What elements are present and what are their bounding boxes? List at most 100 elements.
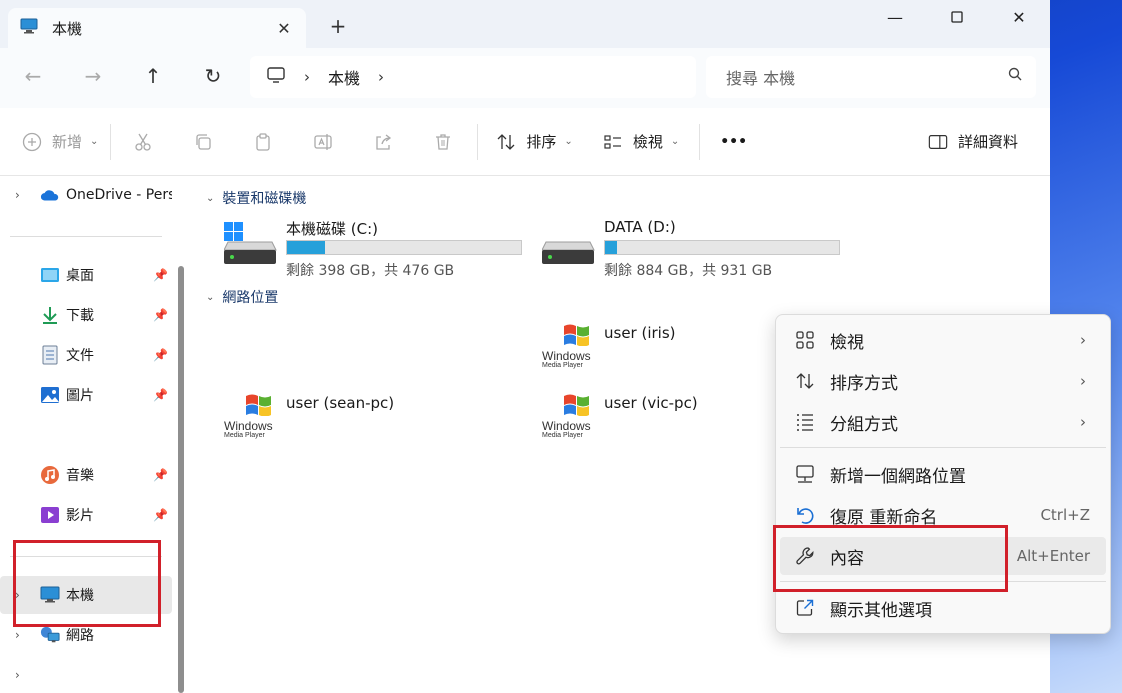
close-window-button[interactable]: ✕ [988,0,1050,34]
drive-usage-fill [287,241,326,254]
pin-icon[interactable]: 📌 [153,388,168,402]
windows-media-player-icon: Windows Media Player [224,392,280,439]
copy-button[interactable] [193,132,213,152]
sidebar-item-label: 圖片 [66,388,94,404]
sidebar-item-desktop[interactable]: 桌面 📌 [0,256,172,294]
sidebar-item-label: 影片 [66,508,94,524]
chevron-down-icon: ⌄ [564,136,573,147]
tab-this-pc[interactable]: 本機 ✕ [8,8,306,48]
group-header-devices[interactable]: ⌄ 裝置和磁碟機 [206,188,306,208]
sidebar-item-onedrive[interactable]: › OneDrive - Pers [0,176,172,214]
menu-item-show-more-options[interactable]: 顯示其他選項 [780,589,1106,627]
toolbar-divider [699,123,701,160]
list-view-icon [603,132,623,152]
delete-button[interactable] [433,132,453,152]
menu-item-sort-by[interactable]: 排序方式 › [780,362,1106,400]
chevron-right-icon[interactable]: › [304,68,310,86]
search-input[interactable]: 搜尋 本機 [706,56,1036,98]
address-bar[interactable]: › 本機 › [250,56,696,98]
sidebar-item-documents[interactable]: 文件 📌 [0,336,172,374]
chevron-right-icon[interactable]: › [15,188,20,202]
wmp-logo-subtext: Media Player [542,362,583,369]
toolbar-divider [477,123,479,160]
music-icon [40,465,60,485]
command-bar: 新增 ⌄ 排序 ⌄ 檢視 ⌄ ••• 詳細資料 [0,108,1050,176]
details-pane-button[interactable]: 詳細資料 [928,131,1018,152]
drive-item-d[interactable]: DATA (D:) 剩餘 884 GB，共 931 GB [541,218,862,279]
pin-icon[interactable]: 📌 [153,468,168,482]
network-icon [40,625,60,645]
menu-item-shortcut: Alt+Enter [1016,547,1090,565]
sort-button[interactable]: 排序 ⌄ [496,131,573,152]
share-button[interactable] [373,132,393,152]
sidebar-item-videos[interactable]: 影片 📌 [0,496,172,534]
chevron-right-icon[interactable]: › [378,68,384,86]
close-tab-icon[interactable]: ✕ [274,19,294,38]
menu-item-label: 檢視 [830,332,864,353]
document-icon [40,345,60,365]
copy-icon [193,132,213,152]
drive-free-space: 剩餘 398 GB，共 476 GB [286,263,455,279]
sidebar-item-music[interactable]: 音樂 📌 [0,456,172,494]
more-options-button[interactable]: ••• [720,134,747,150]
search-placeholder: 搜尋 本機 [726,69,796,88]
rename-icon [313,132,333,152]
clipboard-icon [253,132,273,152]
group-header-network-locations[interactable]: ⌄ 網路位置 [206,287,278,307]
view-button[interactable]: 檢視 ⌄ [603,131,679,152]
network-monitor-icon [794,463,816,485]
pin-icon[interactable]: 📌 [153,268,168,282]
menu-divider [780,447,1106,448]
drive-item-c[interactable]: 本機磁碟 (C:) 剩餘 398 GB，共 476 GB [223,218,544,279]
forward-arrow-icon[interactable]: → [78,64,108,92]
menu-item-group-by[interactable]: 分組方式 › [780,403,1106,441]
chevron-right-icon[interactable]: › [15,668,20,682]
sidebar-item-downloads[interactable]: 下載 📌 [0,296,172,334]
paste-button[interactable] [253,132,273,152]
new-label: 新增 [52,133,83,151]
network-location-label: user (vic-pc) [604,394,698,412]
breadcrumb-this-pc[interactable]: 本機 [328,65,360,89]
network-location-item[interactable]: Windows Media Player user (vic-pc) [542,392,802,452]
minimize-button[interactable]: — [864,0,926,34]
network-location-item[interactable]: Windows Media Player user (sean-pc) [224,392,484,452]
drive-usage-bar [604,240,840,255]
cut-button[interactable] [133,132,153,152]
maximize-button[interactable] [926,0,988,34]
grid-view-icon [794,329,816,351]
menu-item-add-network-location[interactable]: 新增一個網路位置 [780,455,1106,493]
menu-item-view[interactable]: 檢視 › [780,321,1106,359]
up-arrow-icon[interactable]: ↑ [138,64,168,92]
new-tab-button[interactable]: + [326,14,350,38]
new-button[interactable]: 新增 ⌄ [22,131,98,152]
rename-button[interactable] [313,132,333,152]
drive-usage-bar [286,240,522,255]
wmp-logo-text: Windows [542,349,591,363]
sidebar-scrollbar[interactable] [178,266,184,693]
sort-arrows-icon [794,370,816,392]
toolbar-divider [110,123,112,160]
drive-name: 本機磁碟 (C:) [286,220,378,238]
monitor-icon [20,18,38,38]
monitor-outline-icon [266,66,286,88]
chevron-right-icon: › [1080,372,1086,390]
trash-icon [433,132,453,152]
chevron-right-icon: › [1080,331,1086,349]
highlight-box-this-pc [13,540,161,627]
back-arrow-icon[interactable]: ← [18,64,48,92]
pin-icon[interactable]: 📌 [153,508,168,522]
chevron-right-icon[interactable]: › [15,628,20,642]
network-location-label: user (sean-pc) [286,394,395,412]
menu-item-label: 復原 重新命名 [830,507,938,528]
details-label: 詳細資料 [957,133,1018,151]
wmp-logo-subtext: Media Player [542,432,583,439]
video-icon [40,505,60,525]
sidebar-item-collapsed[interactable]: › [0,656,172,693]
network-location-item[interactable]: Windows Media Player user (iris) [542,322,802,382]
refresh-icon[interactable]: ↻ [198,64,228,92]
pin-icon[interactable]: 📌 [153,348,168,362]
chevron-down-icon: ⌄ [90,136,99,147]
menu-item-label: 顯示其他選項 [830,600,932,621]
pin-icon[interactable]: 📌 [153,308,168,322]
sidebar-item-pictures[interactable]: 圖片 📌 [0,376,172,414]
